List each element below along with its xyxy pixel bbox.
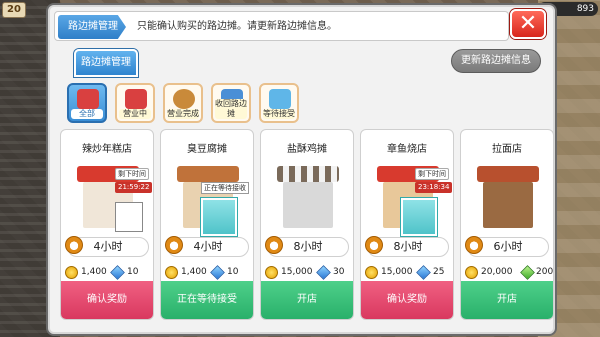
clock-icon (165, 236, 183, 254)
coin-cost: 1,400 (181, 267, 207, 277)
coin-cost: 15,000 (281, 267, 313, 277)
coin-cost: 20,000 (481, 267, 513, 277)
stall-card: 辣炒年糕店 剩下时间 21:59:22 4小时 1,400 10 确认奖励 (60, 129, 154, 320)
cost-row: 1,400 10 (65, 265, 153, 281)
stall-card-list: 辣炒年糕店 剩下时间 21:59:22 4小时 1,400 10 确认奖励 臭豆… (60, 129, 555, 335)
open-stall-button[interactable]: 开店 (261, 281, 353, 319)
cost-row: 1,400 10 (165, 265, 253, 281)
close-button[interactable]: ✕ (510, 9, 546, 39)
coin-cost: 1,400 (81, 267, 107, 277)
coin-icon (65, 266, 78, 279)
waiting-accept-button[interactable]: 正在等待接受 (161, 281, 253, 319)
clock-icon (65, 236, 83, 254)
clock-icon (265, 236, 283, 254)
remaining-time-label: 剩下时间 (415, 168, 449, 180)
stall-roof (177, 166, 239, 182)
money-bag-icon (173, 89, 195, 109)
gem-cost: 200 (536, 267, 554, 277)
stall-roof (277, 166, 339, 182)
stall-all-icon (77, 89, 99, 109)
clock-icon (365, 236, 383, 254)
filter-all[interactable]: 全部 (67, 83, 107, 123)
stall-body (483, 182, 533, 228)
stall-image (277, 166, 339, 228)
coin-icon (265, 266, 278, 279)
update-stall-info-button[interactable]: 更新路边摊信息 (451, 49, 541, 73)
filter-row: 全部 营业中 营业完成 收回路边摊 等待接受 (67, 83, 557, 125)
waiting-receive-label: 正在等待接收 (201, 182, 249, 194)
stall-name: 臭豆腐摊 (187, 144, 227, 155)
gem-icon (110, 265, 125, 280)
player-level-badge: 20 (2, 2, 26, 18)
stall-roof (477, 166, 539, 182)
filter-label: 营业中 (119, 109, 151, 119)
coin-cost: 15,000 (381, 267, 413, 277)
gem-cost: 25 (433, 267, 445, 277)
stall-name: 盐酥鸡摊 (287, 144, 327, 155)
title-bar: 路边摊管理 只能确认购买的路边摊。请更新路边摊信息。 (54, 11, 509, 41)
avatar-placeholder-icon (201, 198, 237, 236)
stall-name: 章鱼烧店 (387, 144, 427, 155)
stall-body (283, 182, 333, 228)
gem-icon (210, 265, 225, 280)
clock-icon (465, 236, 483, 254)
confirm-reward-button[interactable]: 确认奖励 (61, 281, 153, 319)
gem-cost: 10 (127, 267, 139, 277)
filter-label: 全部 (71, 109, 103, 119)
filter-label: 营业完成 (167, 109, 199, 119)
avatar-placeholder-icon (401, 198, 437, 236)
filter-retrieve[interactable]: 收回路边摊 (211, 83, 251, 123)
stall-card: 盐酥鸡摊 8小时 15,000 30 开店 (260, 129, 354, 320)
customer-avatar (115, 202, 143, 232)
waiting-icon (269, 89, 291, 109)
filter-completed[interactable]: 营业完成 (163, 83, 203, 123)
stall-card: 拉面店 6小时 20,000 200 开店 (460, 129, 554, 320)
filter-open[interactable]: 营业中 (115, 83, 155, 123)
dialog-title-tab: 路边摊管理 (58, 15, 126, 39)
stall-name: 拉面店 (492, 144, 522, 155)
coin-icon (465, 266, 478, 279)
stall-name: 辣炒年糕店 (82, 144, 132, 155)
remaining-time-value: 21:59:22 (115, 182, 153, 193)
coin-icon (365, 266, 378, 279)
stall-card: 章鱼烧店 剩下时间 23:18:34 8小时 15,000 25 确认奖励 (360, 129, 454, 320)
stall-image (477, 166, 539, 228)
gem-cost: 30 (333, 267, 345, 277)
filter-label: 收回路边摊 (215, 99, 247, 119)
cost-row: 20,000 200 (465, 265, 554, 281)
stall-open-icon (125, 89, 147, 109)
remaining-time-value: 23:18:34 (415, 182, 453, 193)
filter-waiting[interactable]: 等待接受 (259, 83, 299, 123)
confirm-reward-button[interactable]: 确认奖励 (361, 281, 453, 319)
close-icon: ✕ (518, 11, 538, 36)
dialog-hint-text: 只能确认购买的路边摊。请更新路边摊信息。 (137, 21, 337, 32)
cost-row: 15,000 30 (265, 265, 353, 281)
coin-icon (165, 266, 178, 279)
stall-management-dialog: 路边摊管理 只能确认购买的路边摊。请更新路边摊信息。 ✕ 路边摊管理 更新路边摊… (46, 3, 557, 336)
green-gem-icon (520, 265, 535, 280)
gem-icon (316, 265, 331, 280)
gem-cost: 10 (227, 267, 239, 277)
stall-card: 臭豆腐摊 正在等待接收 4小时 1,400 10 正在等待接受 (160, 129, 254, 320)
open-stall-button[interactable]: 开店 (461, 281, 553, 319)
gem-icon (416, 265, 431, 280)
cost-row: 15,000 25 (365, 265, 453, 281)
remaining-time-label: 剩下时间 (115, 168, 149, 180)
filter-label: 等待接受 (263, 109, 295, 119)
tab-stall-management[interactable]: 路边摊管理 (74, 49, 138, 77)
